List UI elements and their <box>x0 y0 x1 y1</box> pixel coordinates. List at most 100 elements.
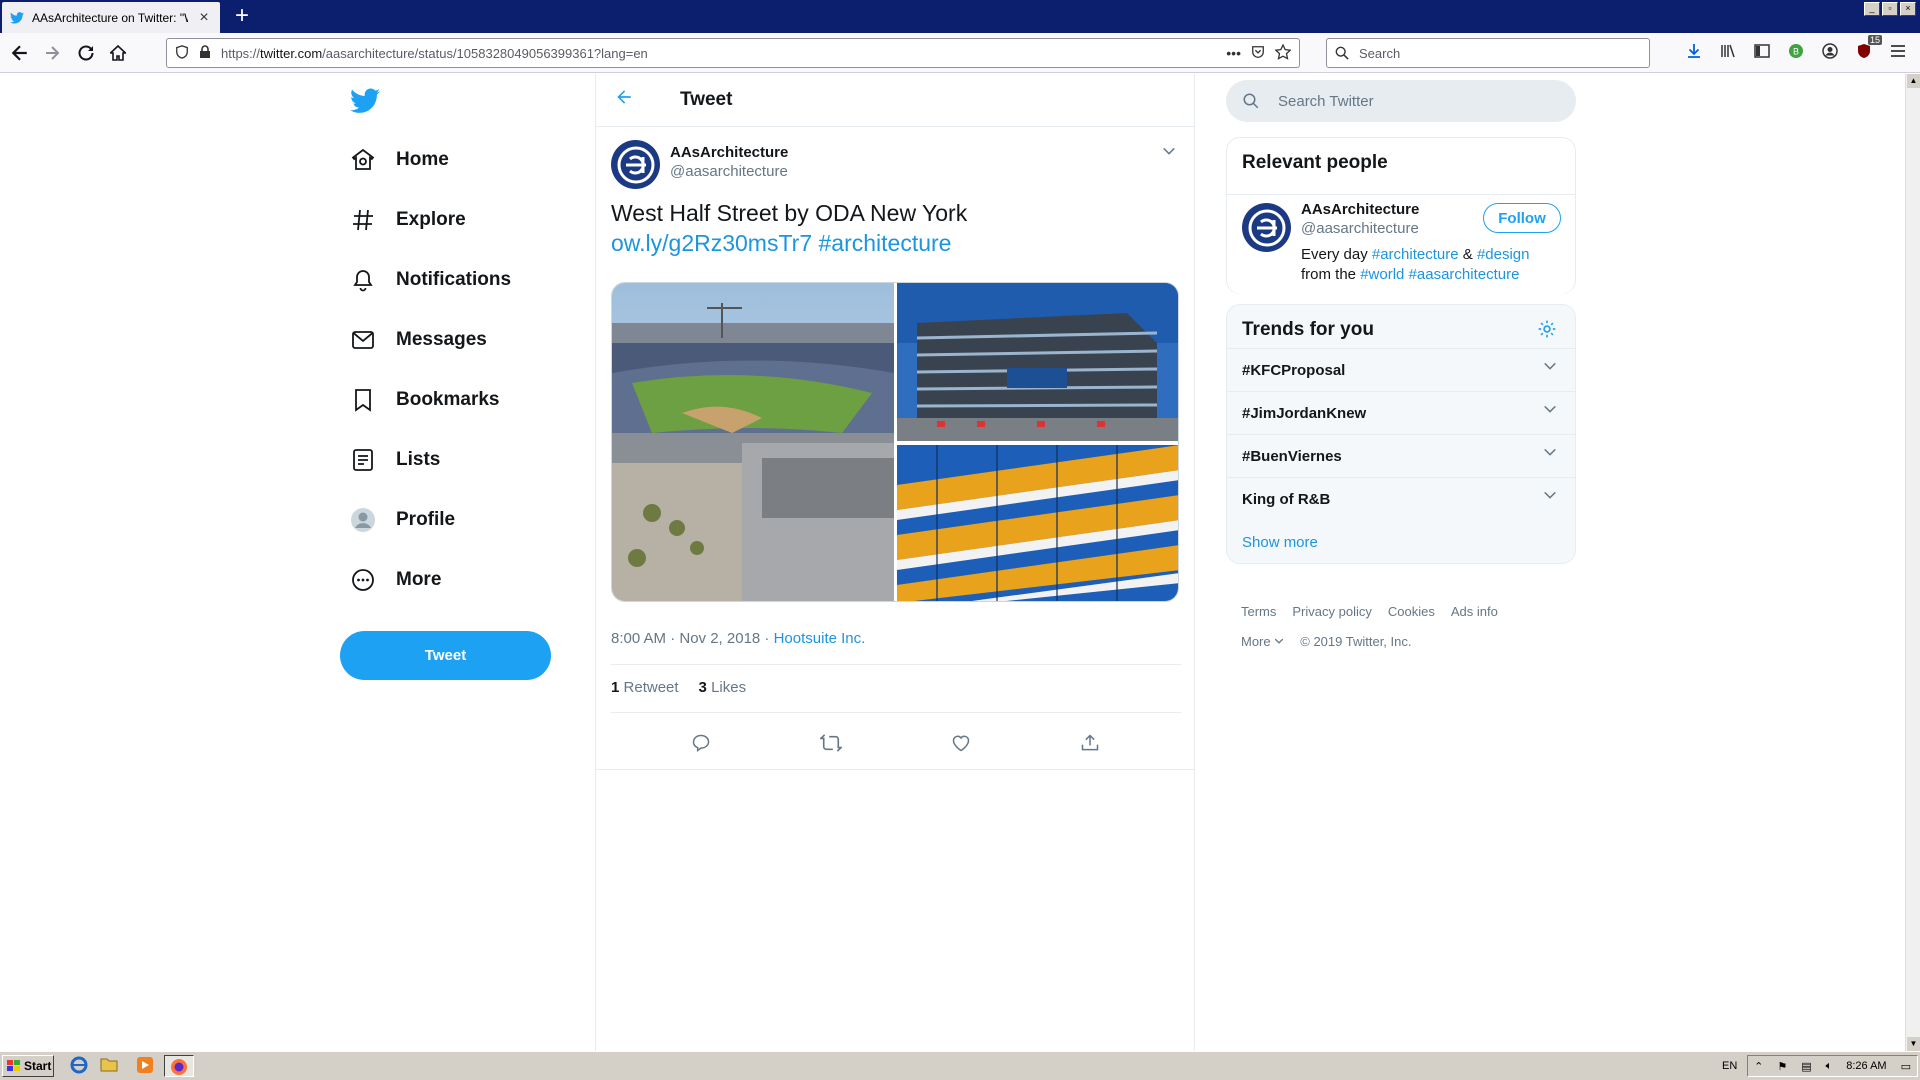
relevant-person[interactable]: AAsArchitecture @aasarchitecture Follow … <box>1227 194 1575 294</box>
nav-notifications[interactable]: Notifications <box>350 260 511 300</box>
list-icon <box>350 447 376 473</box>
trend-item[interactable]: #JimJordanKnew <box>1227 391 1575 434</box>
browser-tab[interactable]: AAsArchitecture on Twitter: "West × <box>2 2 220 33</box>
close-tab-icon[interactable]: × <box>196 9 212 27</box>
trend-item[interactable]: #BuenViernes <box>1227 434 1575 477</box>
ie-icon[interactable] <box>70 1056 90 1076</box>
sidebar-icon[interactable] <box>1752 41 1772 61</box>
close-window-icon[interactable]: × <box>1900 2 1916 16</box>
footer-ads-info[interactable]: Ads info <box>1451 604 1498 619</box>
back-arrow-icon[interactable] <box>614 87 644 113</box>
extension-green-icon[interactable]: B <box>1786 41 1806 61</box>
url-bar[interactable]: https://twitter.com/aasarchitecture/stat… <box>166 38 1300 68</box>
media-image-building-exterior[interactable] <box>897 283 1178 441</box>
media-player-icon[interactable] <box>136 1056 156 1076</box>
retweets-stat[interactable]: 1 Retweet <box>611 679 679 696</box>
back-icon[interactable] <box>6 39 34 67</box>
reply-icon[interactable] <box>691 733 711 758</box>
flag-icon[interactable]: ⚑ <box>1777 1060 1787 1073</box>
author-name[interactable]: AAsArchitecture <box>670 144 788 161</box>
tweet-media-grid[interactable] <box>611 282 1179 602</box>
author-handle[interactable]: @aasarchitecture <box>670 163 788 180</box>
chevron-down-icon[interactable] <box>1543 488 1557 507</box>
author-avatar[interactable] <box>611 140 660 189</box>
scroll-down-icon[interactable]: ▼ <box>1907 1037 1920 1051</box>
new-tab-icon[interactable]: + <box>228 3 256 31</box>
search-icon <box>1243 93 1259 109</box>
tray-expand-icon[interactable]: ⌃ <box>1754 1060 1763 1073</box>
person-avatar[interactable] <box>1242 203 1291 252</box>
chevron-down-icon[interactable] <box>1162 144 1176 161</box>
show-desktop-icon[interactable]: ▭ <box>1901 1060 1911 1073</box>
chevron-down-icon[interactable] <box>1543 402 1557 421</box>
nav-explore[interactable]: Explore <box>350 200 466 240</box>
footer-more[interactable]: More <box>1241 634 1284 649</box>
firefox-taskbar-button[interactable] <box>164 1055 194 1077</box>
bio-hashtag[interactable]: #architecture <box>1372 246 1459 263</box>
chevron-down-icon[interactable] <box>1543 445 1557 464</box>
person-handle[interactable]: @aasarchitecture <box>1301 220 1419 237</box>
reload-icon[interactable] <box>72 39 100 67</box>
page-actions-icon[interactable]: ••• <box>1226 45 1241 61</box>
nav-home[interactable]: Home <box>350 140 449 180</box>
footer-terms[interactable]: Terms <box>1241 604 1276 619</box>
trend-item[interactable]: King of R&B <box>1227 477 1575 520</box>
home-browser-icon[interactable] <box>104 39 132 67</box>
footer-privacy[interactable]: Privacy policy <box>1292 604 1371 619</box>
show-more-link[interactable]: Show more <box>1242 534 1318 551</box>
trend-item[interactable]: #KFCProposal <box>1227 348 1575 391</box>
language-indicator[interactable]: EN <box>1722 1060 1737 1072</box>
menu-icon[interactable] <box>1888 41 1908 61</box>
settings-gear-icon[interactable] <box>1537 319 1557 344</box>
download-icon[interactable] <box>1684 41 1704 61</box>
share-icon[interactable] <box>1080 733 1100 758</box>
media-image-building-balconies[interactable] <box>897 445 1178 601</box>
start-button[interactable]: Start <box>2 1055 54 1077</box>
media-image-stadium[interactable] <box>612 283 894 601</box>
tweet-link[interactable]: ow.ly/g2Rz30msTr7 <box>611 230 812 256</box>
footer-cookies[interactable]: Cookies <box>1388 604 1435 619</box>
ublock-icon[interactable]: 15 <box>1854 35 1882 61</box>
nav-bookmarks[interactable]: Bookmarks <box>350 380 500 420</box>
twitter-logo-icon[interactable] <box>350 86 380 116</box>
retweet-icon[interactable] <box>818 733 843 758</box>
tweet-hashtag[interactable]: #architecture <box>819 230 952 256</box>
nav-profile[interactable]: Profile <box>350 500 455 540</box>
url-text[interactable]: https://twitter.com/aasarchitecture/stat… <box>221 46 1216 61</box>
minimize-icon[interactable]: _ <box>1864 2 1880 16</box>
bio-hashtag[interactable]: #design <box>1477 246 1530 263</box>
vertical-scrollbar[interactable]: ▲ ▼ <box>1905 74 1920 1051</box>
chevron-down-icon[interactable] <box>1543 359 1557 378</box>
tweet-actions <box>596 722 1194 770</box>
browser-search-field[interactable]: Search <box>1326 38 1650 68</box>
volume-icon[interactable]: 🔈︎ <box>1826 1060 1833 1073</box>
follow-button[interactable]: Follow <box>1483 203 1561 233</box>
shield-icon[interactable] <box>175 44 189 62</box>
twitter-search-input[interactable]: Search Twitter <box>1226 80 1576 122</box>
forward-icon[interactable] <box>38 39 66 67</box>
tweet-source-link[interactable]: Hootsuite Inc. <box>774 630 866 647</box>
account-icon[interactable] <box>1820 41 1840 61</box>
bookmark-star-icon[interactable] <box>1274 42 1292 63</box>
nav-messages[interactable]: Messages <box>350 320 487 360</box>
page-title: Tweet <box>680 89 733 110</box>
person-name[interactable]: AAsArchitecture <box>1301 201 1419 218</box>
chevron-down-icon <box>1275 638 1284 644</box>
tweet-button[interactable]: Tweet <box>340 631 551 680</box>
maximize-icon[interactable]: ▫ <box>1882 2 1898 16</box>
nav-lists[interactable]: Lists <box>350 440 440 480</box>
scroll-up-icon[interactable]: ▲ <box>1907 74 1920 88</box>
bio-hashtag[interactable]: #world <box>1360 266 1404 283</box>
lock-icon[interactable] <box>199 44 211 62</box>
clock[interactable]: 8:26 AM <box>1846 1060 1886 1072</box>
library-icon[interactable] <box>1718 41 1738 61</box>
likes-stat[interactable]: 3 Likes <box>699 679 747 696</box>
twitter-search-placeholder: Search Twitter <box>1278 92 1374 110</box>
folder-icon[interactable] <box>100 1056 120 1076</box>
pocket-icon[interactable] <box>1251 45 1265 62</box>
bio-hashtag[interactable]: #aasarchitecture <box>1409 266 1520 283</box>
hashtag-icon <box>350 207 376 233</box>
nav-more[interactable]: More <box>350 560 441 600</box>
like-icon[interactable] <box>951 733 971 758</box>
network-icon[interactable]: ▤ <box>1801 1060 1811 1073</box>
